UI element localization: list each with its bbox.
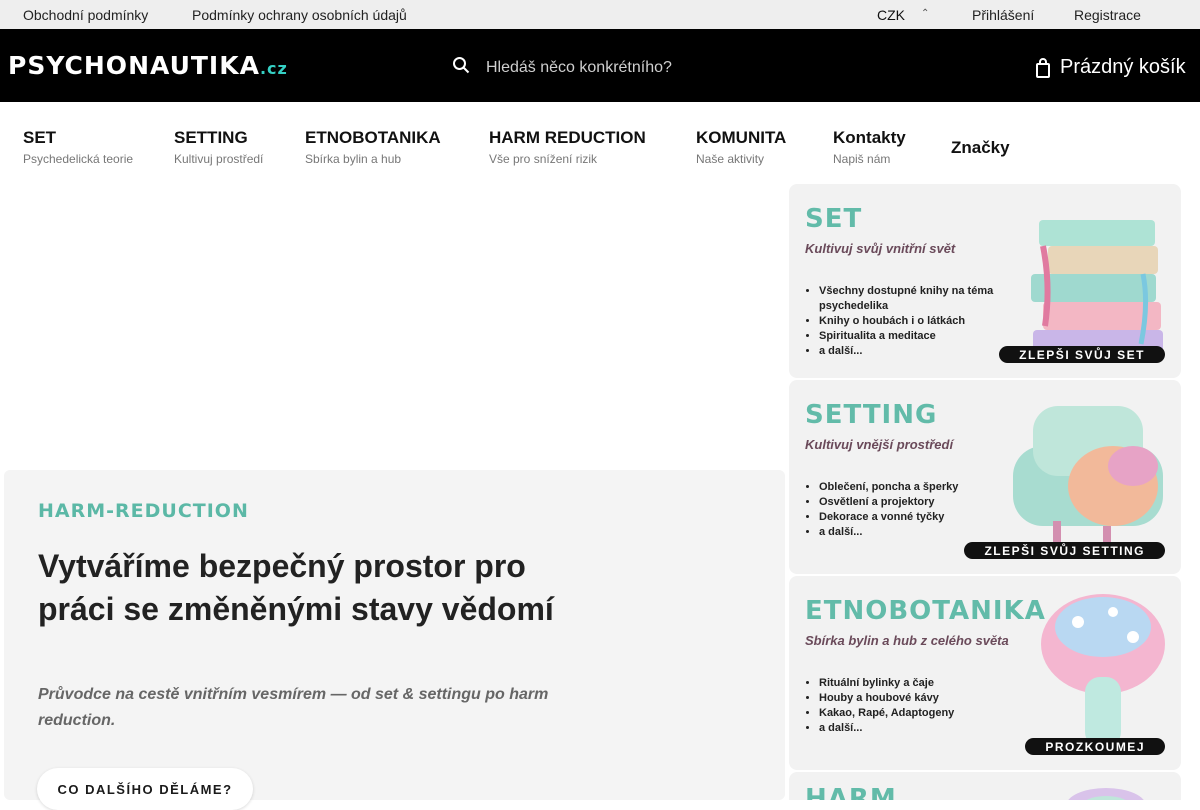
card-subtitle: Kultivuj svůj vnitřní svět xyxy=(805,241,956,256)
nav-title: HARM REDUCTION xyxy=(489,128,646,147)
card-subtitle: Kultivuj vnější prostředí xyxy=(805,437,954,452)
promo-card-etnobotanika[interactable]: ETNOBOTANIKA Sbírka bylin a hub z celého… xyxy=(789,576,1181,770)
nav-subtitle: Sbírka bylin a hub xyxy=(305,152,402,166)
list-item: a další... xyxy=(819,525,1049,540)
chevron-down-icon[interactable]: ⌃ xyxy=(921,8,929,19)
card-title: ETNOBOTANIKA xyxy=(805,596,1046,626)
nav-subtitle: Vše pro snížení rizik xyxy=(489,152,598,166)
login-link[interactable]: Přihlášení xyxy=(972,7,1034,23)
privacy-link[interactable]: Podmínky ochrany osobních údajů xyxy=(192,7,407,23)
main-nav: SET Psychedelická teorie SETTING Kultivu… xyxy=(0,102,1200,184)
cart-label: Prázdný košík xyxy=(1060,56,1186,78)
nav-item-setting[interactable]: SETTING Kultivuj prostředí xyxy=(174,128,263,166)
hero-eyebrow: HARM-REDUCTION xyxy=(38,500,249,522)
search-icon[interactable] xyxy=(452,56,470,74)
currency-select[interactable]: CZK xyxy=(877,7,905,23)
list-item: Osvětlení a projektory xyxy=(819,495,1049,510)
logo-tld: .cz xyxy=(259,59,288,78)
nav-title: KOMUNITA xyxy=(696,128,787,147)
list-item: Všechny dostupné knihy na téma psychedel… xyxy=(819,284,1049,314)
list-item: Kakao, Rapé, Adaptogeny xyxy=(819,706,1049,721)
bag-icon xyxy=(1036,57,1050,78)
hero-subtitle: Průvodce na cestě vnitřním vesmírem — od… xyxy=(38,686,549,729)
card-title: HARM xyxy=(805,784,897,800)
register-link[interactable]: Registrace xyxy=(1074,7,1141,23)
logo-text: PSYCHONAUTIKA xyxy=(8,51,260,80)
nav-title: Značky xyxy=(951,138,1010,157)
pill-icon xyxy=(1068,788,1144,800)
nav-subtitle: Naše aktivity xyxy=(696,152,765,166)
site-logo[interactable]: PSYCHONAUTIKA.cz xyxy=(8,51,288,80)
nav-title: Kontakty xyxy=(833,128,906,147)
nav-item-harm-reduction[interactable]: HARM REDUCTION Vše pro snížení rizik xyxy=(489,128,646,166)
nav-item-etnobotanika[interactable]: ETNOBOTANIKA Sbírka bylin a hub xyxy=(305,128,441,166)
nav-item-kontakty[interactable]: Kontakty Napiš nám xyxy=(833,128,906,166)
list-item: Houby a houbové kávy xyxy=(819,691,1049,706)
explore-button[interactable]: PROZKOUMEJ xyxy=(1025,738,1165,755)
site-header: PSYCHONAUTIKA.cz Prázdný košík xyxy=(0,29,1200,102)
list-item: Oblečení, poncha a šperky xyxy=(819,480,1049,495)
top-bar: Obchodní podmínky Podmínky ochrany osobn… xyxy=(0,0,1200,29)
card-bullets: Rituální bylinky a čaje Houby a houbové … xyxy=(819,676,1049,736)
hero-title: Vytváříme bezpečný prostor pro práci se … xyxy=(38,548,554,627)
card-bullets: Oblečení, poncha a šperky Osvětlení a pr… xyxy=(819,480,1049,540)
list-item: Spiritualita a meditace xyxy=(819,329,1049,344)
promo-card-harm[interactable]: HARM xyxy=(789,772,1181,800)
hero-banner: HARM-REDUCTION Vytváříme bezpečný prosto… xyxy=(4,470,785,810)
nav-item-set[interactable]: SET Psychedelická teorie xyxy=(23,128,133,166)
list-item: Rituální bylinky a čaje xyxy=(819,676,1049,691)
nav-item-komunita[interactable]: KOMUNITA Naše aktivity xyxy=(696,128,786,166)
list-item: Dekorace a vonné tyčky xyxy=(819,510,1049,525)
more-activities-button[interactable]: CO DALŠÍHO DĚLÁME? xyxy=(37,768,253,810)
improve-set-button[interactable]: ZLEPŠI SVŮJ SET xyxy=(999,346,1165,363)
card-title: SET xyxy=(805,204,863,234)
card-title: SETTING xyxy=(805,400,938,430)
search-input[interactable] xyxy=(476,53,976,83)
nav-subtitle: Psychedelická teorie xyxy=(23,152,134,166)
nav-title: ETNOBOTANIKA xyxy=(305,128,441,147)
promo-card-set[interactable]: SET Kultivuj svůj vnitřní svět Všechny d… xyxy=(789,184,1181,378)
nav-title: SETTING xyxy=(174,128,248,147)
list-item: a další... xyxy=(819,721,1049,736)
card-subtitle: Sbírka bylin a hub z celého světa xyxy=(805,633,1009,648)
cart-button[interactable]: Prázdný košík xyxy=(1036,56,1186,79)
nav-subtitle: Napiš nám xyxy=(833,152,891,166)
promo-card-setting[interactable]: SETTING Kultivuj vnější prostředí Obleče… xyxy=(789,380,1181,574)
nav-subtitle: Kultivuj prostředí xyxy=(174,152,264,166)
nav-title: SET xyxy=(23,128,57,147)
improve-setting-button[interactable]: ZLEPŠI SVŮJ SETTING xyxy=(964,542,1165,559)
terms-link[interactable]: Obchodní podmínky xyxy=(23,7,148,23)
nav-item-znacky[interactable]: Značky xyxy=(951,138,1010,158)
list-item: Knihy o houbách i o látkách xyxy=(819,314,1049,329)
